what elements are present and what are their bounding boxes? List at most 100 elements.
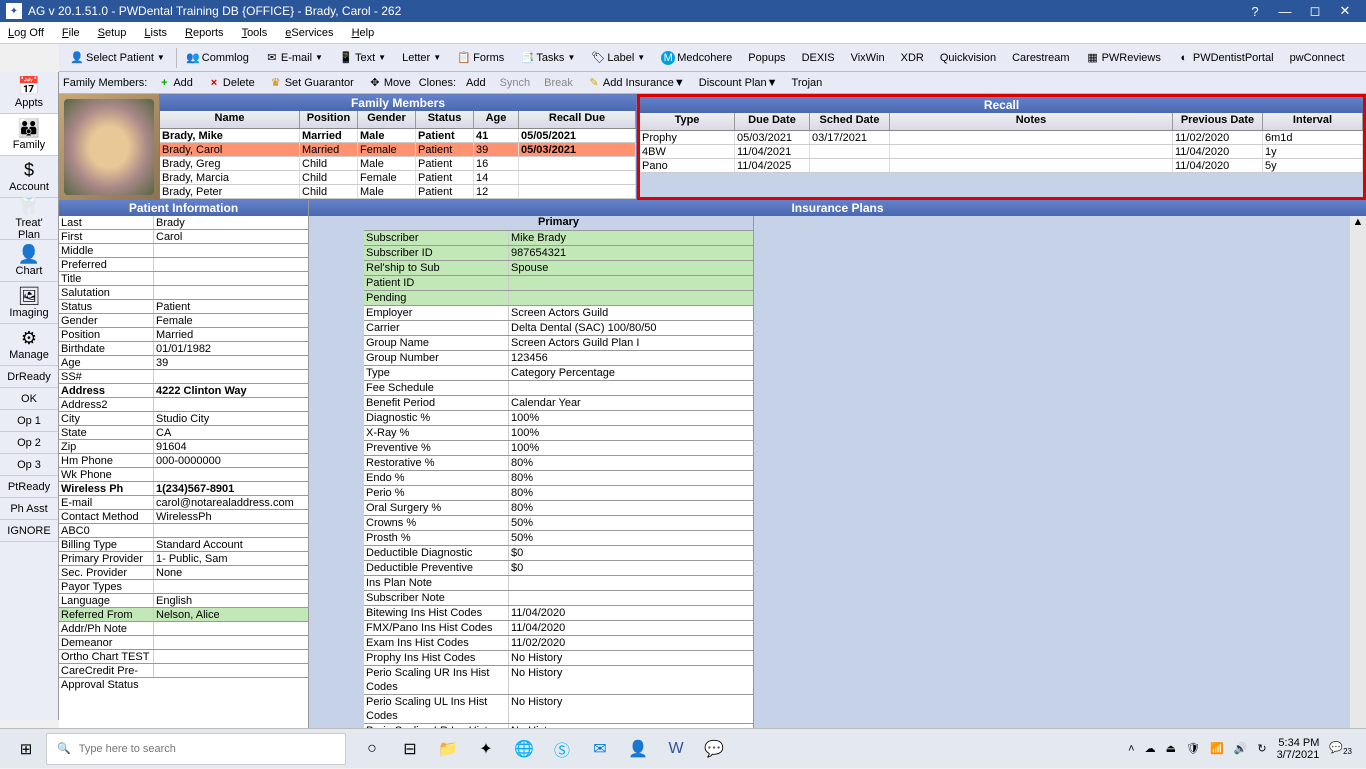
clones-add-button[interactable]: Add bbox=[460, 75, 492, 91]
ins-row[interactable]: EmployerScreen Actors Guild bbox=[364, 306, 753, 321]
ins-row[interactable]: Fee Schedule bbox=[364, 381, 753, 396]
ins-row[interactable]: X-Ray %100% bbox=[364, 426, 753, 441]
patient-photo[interactable] bbox=[59, 94, 159, 200]
forms-button[interactable]: 📋Forms bbox=[450, 48, 511, 68]
ins-row[interactable]: Exam Ins Hist Codes11/02/2020 bbox=[364, 636, 753, 651]
chrome-icon[interactable]: 🌐 bbox=[510, 735, 538, 763]
family-row[interactable]: Brady, MarciaChildFemalePatient14 bbox=[160, 171, 636, 185]
delete-family-button[interactable]: ×Delete bbox=[201, 74, 261, 92]
sidebar-ok[interactable]: OK bbox=[0, 388, 58, 410]
taskbar-clock[interactable]: 5:34 PM3/7/2021 bbox=[1277, 737, 1320, 761]
menu-file[interactable]: File bbox=[62, 27, 80, 39]
pinfo-row[interactable]: Referred FromNelson, Alice bbox=[59, 608, 308, 622]
family-row[interactable]: Brady, CarolMarriedFemalePatient3905/03/… bbox=[160, 143, 636, 157]
sidebar-treat-plan[interactable]: 🦷Treat' Plan bbox=[0, 198, 58, 240]
sidebar-chart[interactable]: 👤Chart bbox=[0, 240, 58, 282]
ins-row[interactable]: Crowns %50% bbox=[364, 516, 753, 531]
set-guarantor-button[interactable]: ♛Set Guarantor bbox=[263, 74, 360, 92]
menu-tools[interactable]: Tools bbox=[242, 27, 268, 39]
notifications-icon[interactable]: 💬23 bbox=[1329, 741, 1352, 756]
clones-synch-button[interactable]: Synch bbox=[494, 75, 537, 91]
family-row[interactable]: Brady, MikeMarriedMalePatient4105/05/202… bbox=[160, 129, 636, 143]
pinfo-row[interactable]: Ortho Chart TEST bbox=[59, 650, 308, 664]
move-button[interactable]: ✥Move bbox=[362, 74, 417, 92]
select-patient-button[interactable]: 👤Select Patient▼ bbox=[63, 48, 172, 68]
sidebar-family[interactable]: 👪Family bbox=[0, 114, 58, 156]
pinfo-row[interactable]: Demeanor bbox=[59, 636, 308, 650]
taskbar-search[interactable]: 🔍 Type here to search bbox=[46, 733, 346, 765]
add-insurance-button[interactable]: ✎Add Insurance▼ bbox=[581, 74, 691, 92]
ins-row[interactable]: Deductible Preventive$0 bbox=[364, 561, 753, 576]
sidebar-imaging[interactable]: 🖼Imaging bbox=[0, 282, 58, 324]
letter-button[interactable]: Letter▼ bbox=[395, 49, 448, 67]
col-prev[interactable]: Previous Date bbox=[1173, 113, 1263, 130]
sidebar-op2[interactable]: Op 2 bbox=[0, 432, 58, 454]
col-recall-due[interactable]: Recall Due bbox=[519, 111, 636, 128]
commlog-button[interactable]: 👥Commlog bbox=[179, 48, 256, 68]
close-button[interactable]: ✕ bbox=[1330, 3, 1360, 19]
shield-icon[interactable]: 🛡 bbox=[1186, 742, 1200, 755]
pinfo-row[interactable]: PositionMarried bbox=[59, 328, 308, 342]
ins-row[interactable]: Perio %80% bbox=[364, 486, 753, 501]
pinfo-row[interactable]: Sec. ProviderNone bbox=[59, 566, 308, 580]
recall-row[interactable]: 4BW11/04/202111/04/20201y bbox=[640, 145, 1363, 159]
quickvision-button[interactable]: Quickvision bbox=[933, 49, 1003, 67]
sidebar-drready[interactable]: DrReady bbox=[0, 366, 58, 388]
ins-row[interactable]: Subscriber Note bbox=[364, 591, 753, 606]
popups-button[interactable]: Popups bbox=[741, 49, 792, 67]
dexis-button[interactable]: DEXIS bbox=[795, 49, 842, 67]
sidebar-account[interactable]: $Account bbox=[0, 156, 58, 198]
recall-row[interactable]: Prophy05/03/202103/17/202111/02/20206m1d bbox=[640, 131, 1363, 145]
col-gender[interactable]: Gender bbox=[358, 111, 416, 128]
ins-row[interactable]: Patient ID bbox=[364, 276, 753, 291]
discount-plan-button[interactable]: Discount Plan▼ bbox=[693, 75, 784, 91]
word-icon[interactable]: W bbox=[662, 735, 690, 763]
maximize-button[interactable]: ◻ bbox=[1300, 3, 1330, 19]
add-family-button[interactable]: +Add bbox=[151, 74, 199, 92]
col-position[interactable]: Position bbox=[300, 111, 358, 128]
help-button[interactable]: ? bbox=[1240, 4, 1270, 19]
recall-row[interactable]: Pano11/04/202511/04/20205y bbox=[640, 159, 1363, 173]
label-button[interactable]: 🏷Label▼ bbox=[584, 48, 652, 68]
ins-row[interactable]: Diagnostic %100% bbox=[364, 411, 753, 426]
ins-row[interactable]: Deductible Diagnostic$0 bbox=[364, 546, 753, 561]
col-age[interactable]: Age bbox=[474, 111, 519, 128]
family-row[interactable]: Brady, PeterChildMalePatient12 bbox=[160, 185, 636, 199]
ins-scrollbar[interactable]: ▲▼ bbox=[1350, 216, 1366, 753]
tasks-button[interactable]: 📑Tasks▼ bbox=[513, 48, 582, 68]
ins-row[interactable]: Rel'ship to SubSpouse bbox=[364, 261, 753, 276]
ins-row[interactable]: Bitewing Ins Hist Codes11/04/2020 bbox=[364, 606, 753, 621]
pinfo-row[interactable]: Address2 bbox=[59, 398, 308, 412]
pinfo-row[interactable]: Contact MethodWirelessPh bbox=[59, 510, 308, 524]
ins-row[interactable]: Ins Plan Note bbox=[364, 576, 753, 591]
col-notes[interactable]: Notes bbox=[890, 113, 1173, 130]
ins-row[interactable]: Perio Scaling UR Ins Hist CodesNo Histor… bbox=[364, 666, 753, 695]
chat-icon[interactable]: 💬 bbox=[700, 735, 728, 763]
ins-row[interactable]: Benefit PeriodCalendar Year bbox=[364, 396, 753, 411]
sync-icon[interactable]: ↻ bbox=[1257, 742, 1266, 755]
pinfo-row[interactable]: Birthdate01/01/1982 bbox=[59, 342, 308, 356]
col-type[interactable]: Type bbox=[640, 113, 735, 130]
pinfo-row[interactable]: ABC0 bbox=[59, 524, 308, 538]
pwdentistportal-button[interactable]: ◐PWDentistPortal bbox=[1170, 48, 1281, 68]
sidebar-op3[interactable]: Op 3 bbox=[0, 454, 58, 476]
sidebar-appts[interactable]: 📅Appts bbox=[0, 72, 58, 114]
col-name[interactable]: Name bbox=[160, 111, 300, 128]
onedrive-icon[interactable]: ☁ bbox=[1145, 742, 1156, 755]
carestream-button[interactable]: Carestream bbox=[1005, 49, 1076, 67]
menu-setup[interactable]: Setup bbox=[98, 27, 127, 39]
skype-icon[interactable]: Ⓢ bbox=[548, 735, 576, 763]
menu-logoff[interactable]: Log Off bbox=[8, 27, 44, 39]
pinfo-row[interactable]: StatusPatient bbox=[59, 300, 308, 314]
tray-chevron-icon[interactable]: ˄ bbox=[1128, 743, 1134, 755]
app2-icon[interactable]: 👤 bbox=[624, 735, 652, 763]
outlook-icon[interactable]: ✉ bbox=[586, 735, 614, 763]
pwreviews-button[interactable]: ▦PWReviews bbox=[1079, 48, 1168, 68]
pinfo-row[interactable]: CityStudio City bbox=[59, 412, 308, 426]
menu-help[interactable]: Help bbox=[352, 27, 375, 39]
pinfo-row[interactable]: LanguageEnglish bbox=[59, 594, 308, 608]
app-icon[interactable]: ✦ bbox=[472, 735, 500, 763]
ins-row[interactable]: Pending bbox=[364, 291, 753, 306]
medcohere-button[interactable]: MMedcohere bbox=[654, 48, 739, 68]
ins-row[interactable]: Group Number123456 bbox=[364, 351, 753, 366]
